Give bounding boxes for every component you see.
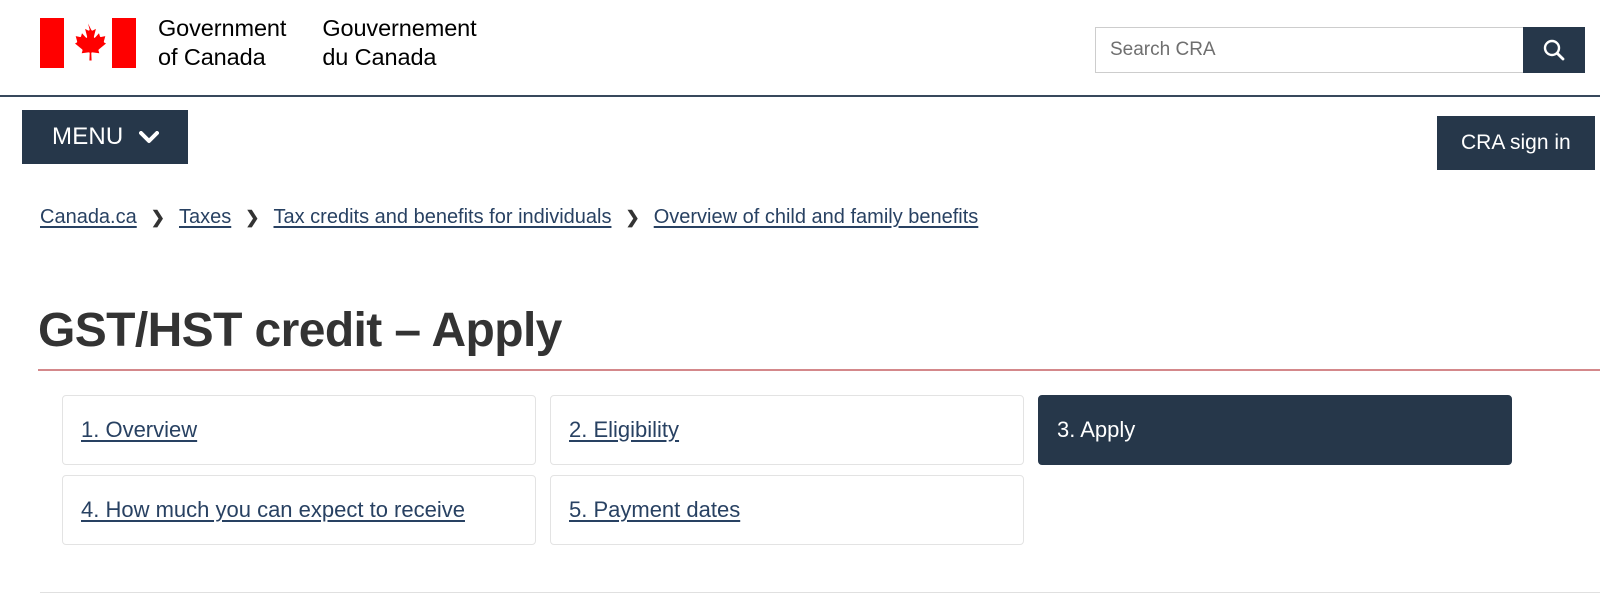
- global-header: Government of Canada Gouvernement du Can…: [0, 0, 1600, 99]
- section-tab-list: 1. Overview 2. Eligibility 3. Apply 4. H…: [62, 395, 1600, 545]
- search-button[interactable]: [1523, 27, 1585, 73]
- menu-button[interactable]: MENU: [22, 110, 188, 164]
- cra-sign-in-button[interactable]: CRA sign in: [1437, 116, 1595, 170]
- tab-overview[interactable]: 1. Overview: [62, 395, 536, 465]
- tab-overview-label: 1. Overview: [81, 417, 198, 442]
- breadcrumb-separator-icon: ❯: [245, 208, 260, 227]
- government-wordmark: Government of Canada Gouvernement du Can…: [158, 14, 477, 71]
- breadcrumb-item-taxes[interactable]: Taxes: [179, 206, 231, 229]
- menu-button-label: MENU: [52, 123, 124, 150]
- wordmark-fr-line2: du Canada: [322, 43, 437, 70]
- cra-sign-in-label: CRA sign in: [1461, 131, 1571, 154]
- breadcrumb-separator-icon: ❯: [625, 208, 640, 227]
- wordmark-en-line1: Government: [158, 15, 287, 41]
- breadcrumb-separator-icon: ❯: [150, 208, 165, 227]
- search-icon: [1543, 39, 1565, 61]
- title-divider: [38, 369, 1600, 371]
- tab-apply[interactable]: 3. Apply: [1038, 395, 1512, 465]
- tab-eligibility-label: 2. Eligibility: [569, 417, 680, 442]
- tab-eligibility[interactable]: 2. Eligibility: [550, 395, 1024, 465]
- wordmark-english: Government of Canada: [158, 14, 286, 71]
- tab-payment-dates-label: 5. Payment dates: [569, 497, 741, 522]
- tab-row-spacer: [1038, 475, 1512, 545]
- tab-how-much-label: 4. How much you can expect to receive: [81, 497, 465, 522]
- tab-payment-dates[interactable]: 5. Payment dates: [550, 475, 1024, 545]
- breadcrumb: Canada.ca ❯ Taxes ❯ Tax credits and bene…: [40, 206, 978, 229]
- chevron-down-icon: [139, 130, 160, 144]
- menu-bar: MENU: [0, 97, 1600, 185]
- search-input[interactable]: [1095, 27, 1523, 73]
- breadcrumb-item-canada-ca[interactable]: Canada.ca: [40, 206, 137, 229]
- wordmark-french: Gouvernement du Canada: [322, 14, 476, 71]
- site-search: [1095, 27, 1585, 73]
- government-of-canada-brand[interactable]: Government of Canada Gouvernement du Can…: [40, 14, 477, 71]
- wordmark-en-line2: of Canada: [158, 43, 266, 70]
- content-bottom-divider: [40, 592, 1600, 593]
- wordmark-fr-line1: Gouvernement: [322, 15, 477, 41]
- canada-flag-icon: [40, 17, 136, 68]
- page-title: GST/HST credit – Apply: [38, 304, 562, 357]
- breadcrumb-item-overview-child-family-benefits[interactable]: Overview of child and family benefits: [654, 206, 979, 229]
- tab-apply-label: 3. Apply: [1057, 417, 1136, 442]
- tab-how-much-you-can-expect-to-receive[interactable]: 4. How much you can expect to receive: [62, 475, 536, 545]
- breadcrumb-item-tax-credits-and-benefits[interactable]: Tax credits and benefits for individuals: [274, 206, 612, 229]
